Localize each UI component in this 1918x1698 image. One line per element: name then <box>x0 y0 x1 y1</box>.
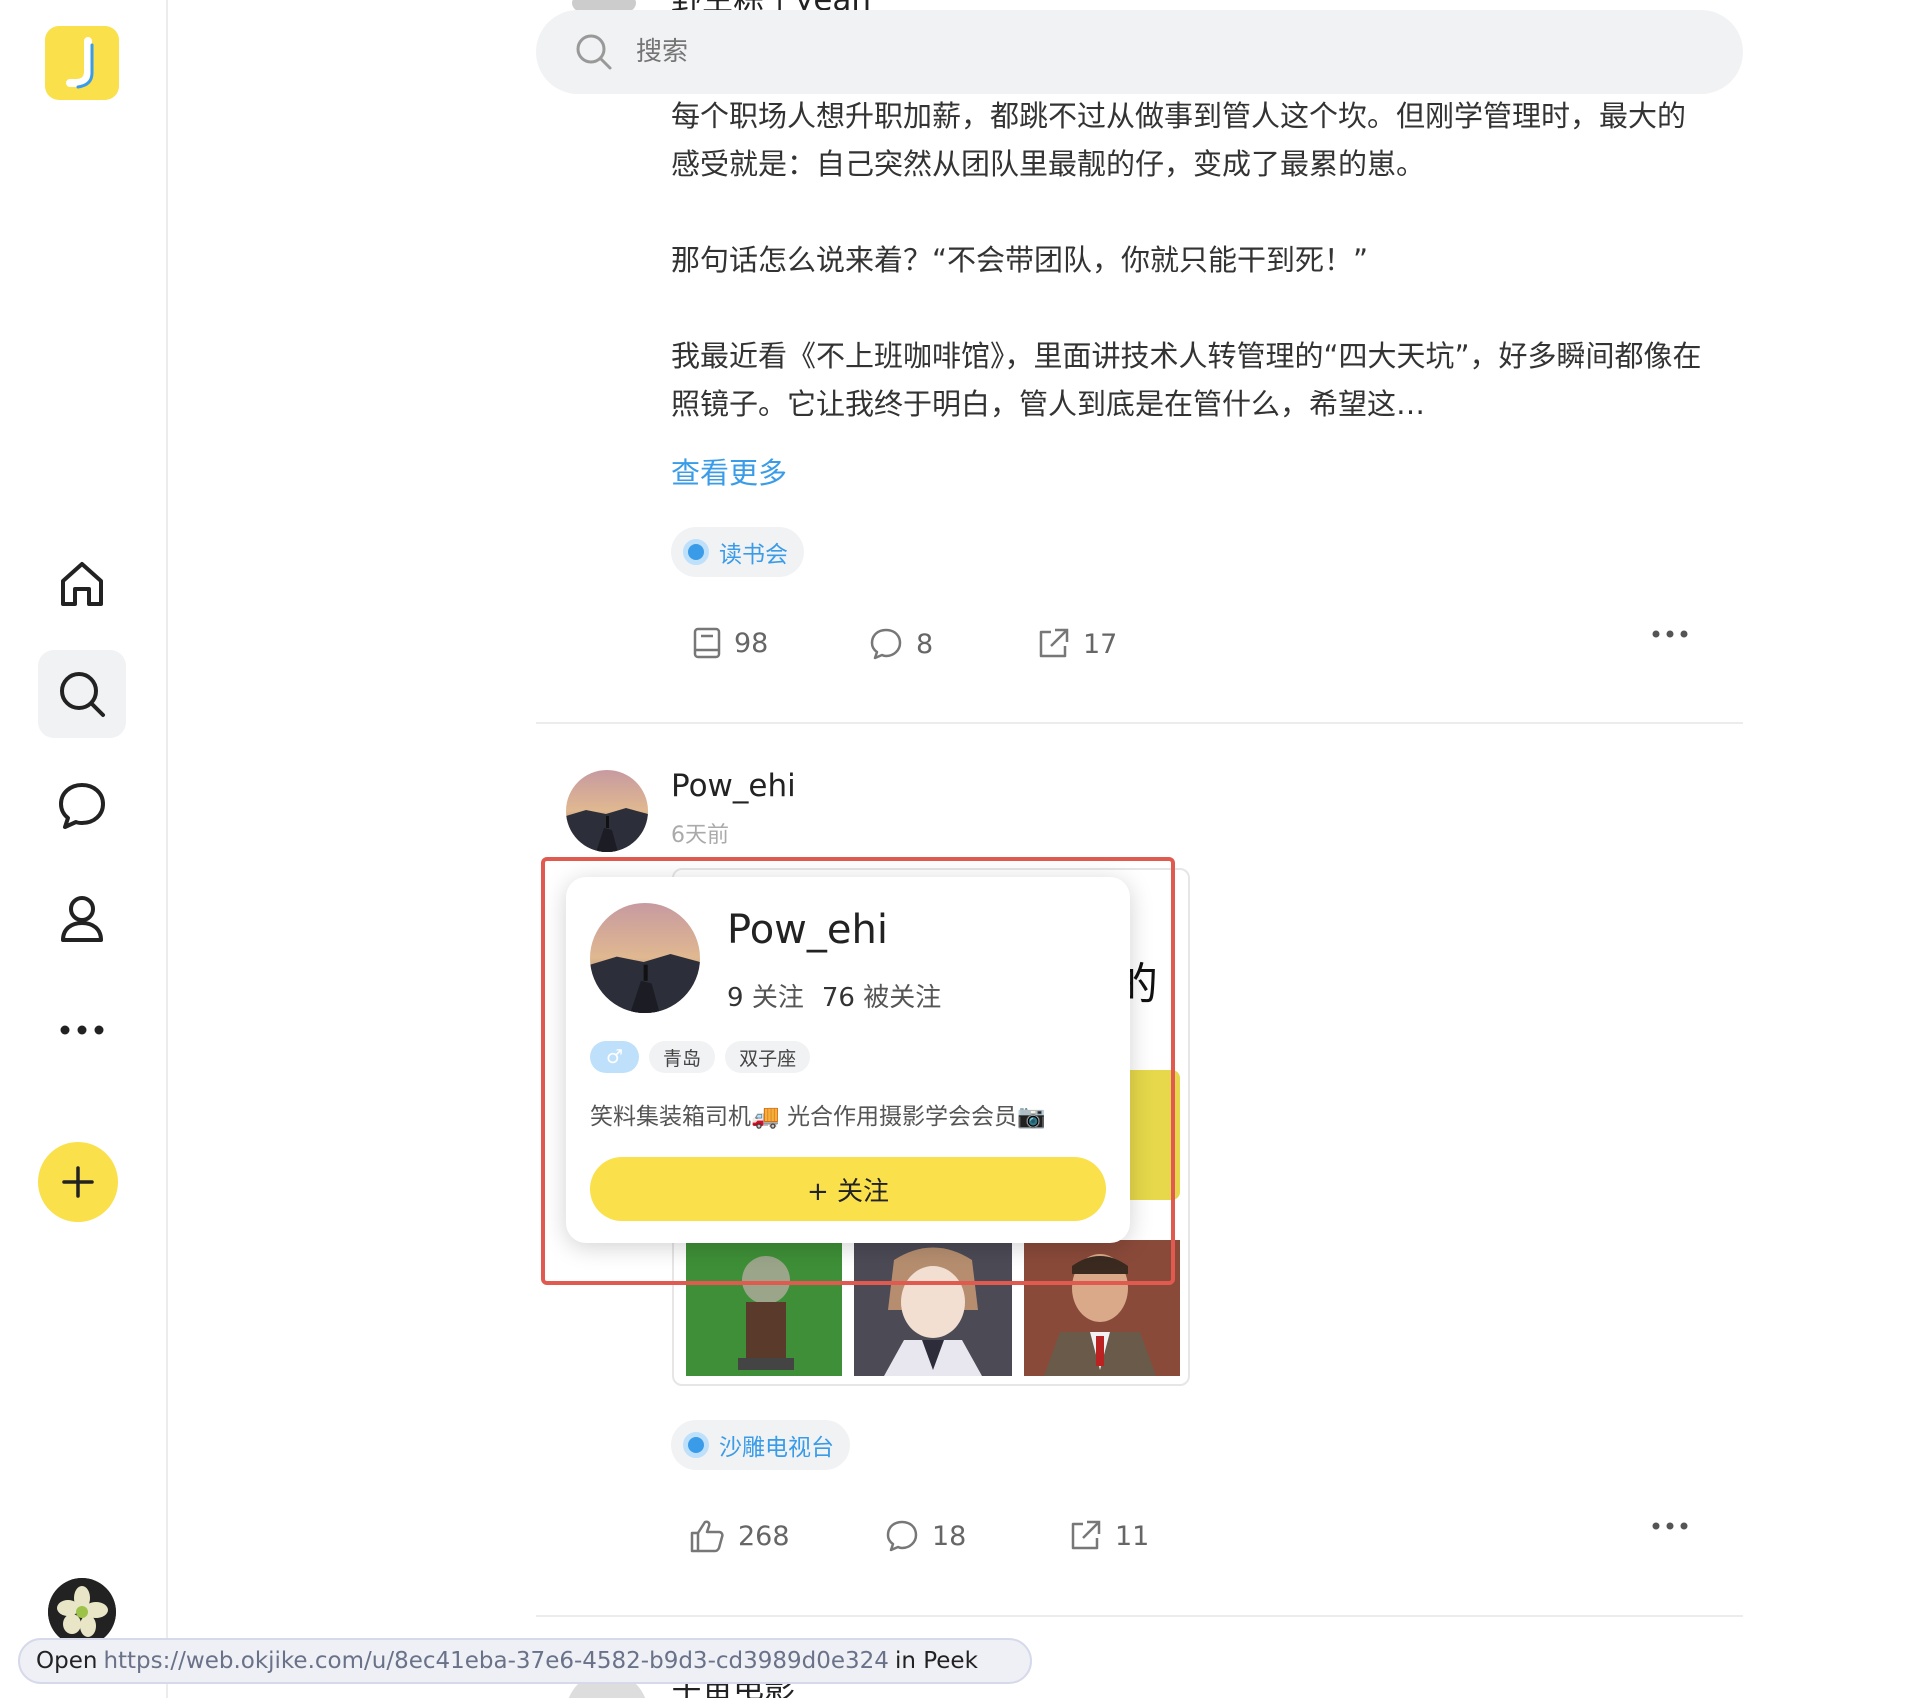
post-paragraph: 我最近看《不上班咖啡馆》，里面讲技术人转管理的“四大天坑”，好多瞬间都像在照镜子… <box>671 339 1702 421</box>
popup-avatar[interactable] <box>590 903 700 1013</box>
nav-search[interactable] <box>38 650 126 738</box>
post-time: 6天前 <box>671 823 729 848</box>
topic-label: 沙雕电视台 <box>719 1435 834 1461</box>
more-dots-icon <box>1652 1522 1688 1530</box>
app-logo[interactable] <box>45 26 119 100</box>
landscape-avatar-icon <box>590 903 700 1013</box>
nav-profile[interactable] <box>38 874 126 962</box>
follow-button[interactable]: + 关注 <box>590 1157 1106 1221</box>
share-icon <box>1071 1520 1101 1550</box>
popup-bio: 笑料集装箱司机🚚 光合作用摄影学会会员📷 <box>590 1104 1046 1130</box>
search-bar[interactable] <box>536 10 1743 94</box>
popup-stats: 9 关注 76 被关注 <box>727 977 941 1014</box>
shares-value: 17 <box>1083 628 1118 660</box>
followers-count: 76 <box>821 983 855 1013</box>
more-dots-icon <box>60 1025 104 1035</box>
link-peek-statusbar[interactable]: Open https://web.okjike.com/u/8ec41eba-3… <box>18 1638 1032 1684</box>
see-more-link[interactable]: 查看更多 <box>671 450 787 492</box>
post-more-button[interactable] <box>1650 1510 1690 1550</box>
book-icon <box>693 627 721 659</box>
landscape-avatar-icon <box>566 770 648 852</box>
comment-button[interactable]: 18 <box>884 1518 966 1554</box>
topic-tag[interactable]: 沙雕电视台 <box>671 1420 850 1470</box>
reads-value: 98 <box>734 627 769 659</box>
create-post-button[interactable] <box>38 1142 118 1222</box>
gender-male-icon: ♂ <box>590 1041 640 1073</box>
followers-label: 被关注 <box>863 983 942 1013</box>
user-profile-popup: Pow_ehi 9 关注 76 被关注 ♂ 青岛 双子座 笑料集装箱司机🚚 光合… <box>566 877 1130 1243</box>
logo-j-icon <box>66 37 94 89</box>
statusbar-url: https://web.okjike.com/u/8ec41eba-37e6-4… <box>103 1648 889 1674</box>
statusbar-open-label: Open <box>36 1648 98 1674</box>
search-icon <box>60 672 105 717</box>
share-icon <box>1039 628 1069 658</box>
following-label: 关注 <box>751 983 804 1013</box>
flower-avatar-icon <box>48 1578 116 1646</box>
post-divider <box>536 722 1743 724</box>
sidebar <box>0 0 168 1698</box>
reads-count[interactable]: 98 <box>692 626 768 660</box>
post-paragraph: 那句话怎么说来着？“不会带团队，你就只能干到死！” <box>671 243 1369 277</box>
post-more-button[interactable] <box>1650 618 1690 658</box>
post-paragraph: 每个职场人想升职加薪，都跳不过从做事到管人这个坎。但刚学管理时，最大的感受就是：… <box>671 99 1687 181</box>
following-stat[interactable]: 9 关注 <box>727 977 804 1014</box>
thumbs-up-icon <box>690 1520 724 1553</box>
following-count: 9 <box>727 983 744 1013</box>
user-icon <box>61 896 103 942</box>
topic-label: 读书会 <box>719 542 788 568</box>
nav-messages[interactable] <box>38 762 126 850</box>
topic-dot-icon <box>683 1432 709 1458</box>
comments-value: 8 <box>916 628 934 660</box>
like-button[interactable]: 268 <box>688 1518 790 1554</box>
share-button[interactable]: 17 <box>1035 626 1117 662</box>
share-button[interactable]: 11 <box>1067 1518 1149 1554</box>
more-dots-icon <box>1652 630 1688 638</box>
zodiac-tag: 双子座 <box>725 1041 811 1073</box>
search-icon <box>576 34 612 70</box>
plus-icon <box>62 1166 94 1198</box>
search-input[interactable] <box>636 37 1536 67</box>
nav-more[interactable] <box>38 986 126 1074</box>
topic-dot-icon <box>683 539 709 565</box>
comment-icon <box>886 1520 918 1552</box>
topic-tag[interactable]: 读书会 <box>671 527 804 577</box>
followers-stat[interactable]: 76 被关注 <box>822 977 941 1014</box>
post-author-avatar[interactable] <box>566 770 648 852</box>
chat-bubble-icon <box>59 783 105 829</box>
post-author-name[interactable]: Pow_ehi <box>671 768 796 804</box>
location-tag: 青岛 <box>649 1041 716 1073</box>
statusbar-suffix: in Peek <box>894 1648 978 1674</box>
post-divider <box>536 1615 1743 1617</box>
likes-value: 268 <box>738 1520 790 1552</box>
comment-icon <box>870 628 902 660</box>
home-icon <box>61 562 103 606</box>
my-avatar[interactable] <box>48 1578 116 1646</box>
comments-value: 18 <box>932 1520 967 1552</box>
popup-tags: ♂ 青岛 双子座 <box>590 1041 811 1073</box>
nav-home[interactable] <box>38 540 126 628</box>
shares-value: 11 <box>1115 1520 1150 1552</box>
popup-username[interactable]: Pow_ehi <box>727 907 888 953</box>
comment-button[interactable]: 8 <box>868 626 933 662</box>
